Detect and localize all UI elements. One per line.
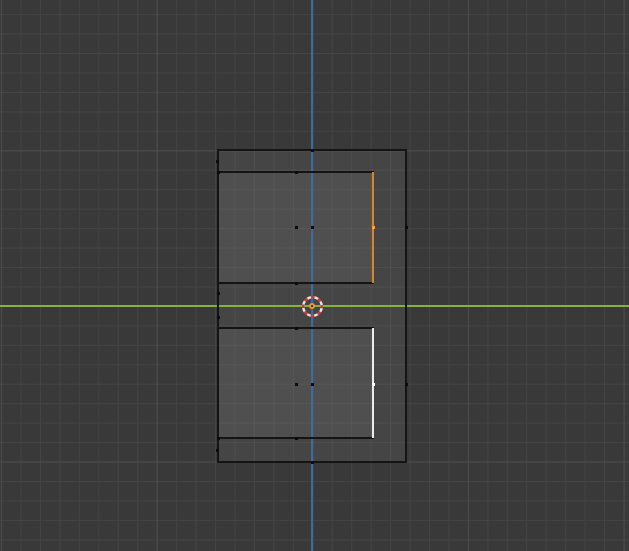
z-axis-line (311, 0, 313, 551)
active-vertex[interactable] (371, 382, 375, 386)
mesh-vertex-10[interactable] (294, 326, 298, 330)
face-inner-top[interactable] (219, 173, 373, 282)
mesh-vertex-8[interactable] (216, 291, 220, 295)
mesh-horizontal-edge-1[interactable] (217, 282, 374, 284)
mesh-faces-layer (0, 0, 629, 551)
face-inner-bottom[interactable] (219, 329, 373, 437)
grid-overlay (0, 0, 629, 551)
selected-edge[interactable] (372, 172, 374, 283)
selected-vertex[interactable] (371, 225, 375, 229)
mesh-vertex-16[interactable] (215, 448, 219, 452)
mesh-horizontal-edge-3[interactable] (217, 437, 374, 439)
cursor-3d (301, 295, 323, 317)
mesh-horizontal-edge-2[interactable] (217, 327, 374, 329)
mesh-vertex-1[interactable] (215, 159, 219, 163)
active-edge[interactable] (372, 328, 374, 438)
mesh-vertex-6[interactable] (404, 225, 408, 229)
mesh-vertex-3[interactable] (294, 170, 298, 174)
viewport-3d[interactable] (0, 0, 629, 551)
mesh-vertex-9[interactable] (216, 315, 220, 319)
mesh-vertex-2[interactable] (216, 170, 220, 174)
mesh-edges-layer (0, 0, 629, 551)
mesh-vertex-11[interactable] (294, 382, 298, 386)
mesh-vertex-13[interactable] (404, 382, 408, 386)
mesh-horizontal-edge-0[interactable] (217, 171, 374, 173)
mesh-vertex-4[interactable] (294, 225, 298, 229)
mesh-vertices-layer (0, 0, 629, 551)
mesh-vertex-14[interactable] (216, 436, 220, 440)
mesh-vertex-7[interactable] (294, 281, 298, 285)
mesh-vertex-15[interactable] (294, 436, 298, 440)
